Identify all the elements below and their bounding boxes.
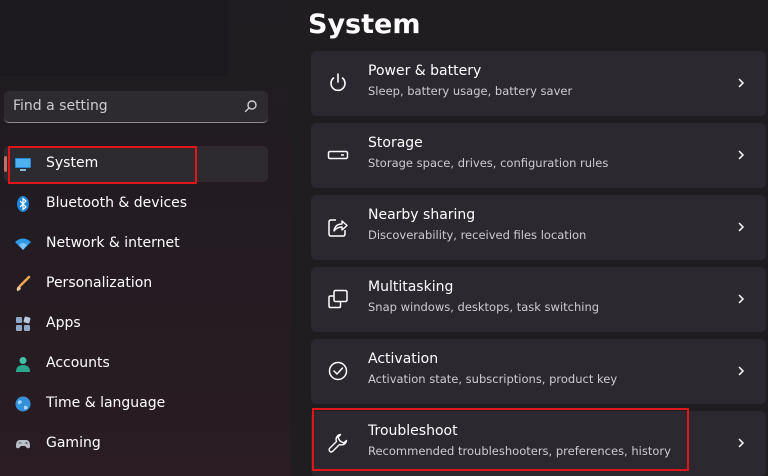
page-title: System [308, 9, 421, 40]
storage-icon [327, 150, 349, 160]
chevron-right-icon [738, 366, 745, 376]
chevron-right-icon [738, 222, 745, 232]
activation-icon [328, 361, 348, 381]
card-subtitle: Discoverability, received files location [368, 228, 587, 242]
power-icon [330, 73, 346, 92]
card-subtitle: Sleep, battery usage, battery saver [368, 84, 573, 98]
chevron-right-icon [738, 294, 745, 304]
search-box[interactable]: Find a setting [4, 91, 268, 123]
gaming-icon [16, 440, 30, 449]
card-title: Nearby sharing [368, 207, 476, 223]
card-multitasking[interactable]: Multitasking Snap windows, desktops, tas… [311, 267, 766, 332]
sidebar-item-bluetooth[interactable]: Bluetooth & devices [4, 186, 268, 222]
selection-indicator [4, 156, 7, 172]
chevron-right-icon [738, 78, 745, 88]
sidebar-item-label: System [46, 155, 99, 171]
card-activation[interactable]: Activation Activation state, subscriptio… [311, 339, 766, 404]
sidebar-item-label: Time & language [46, 395, 166, 411]
brush-icon [16, 275, 31, 291]
card-title: Troubleshoot [368, 423, 458, 439]
sidebar-item-label: Apps [46, 315, 81, 331]
sidebar-item-network[interactable]: Network & internet [4, 226, 268, 262]
card-subtitle: Snap windows, desktops, task switching [368, 300, 600, 314]
card-power-battery[interactable]: Power & battery Sleep, battery usage, ba… [311, 51, 766, 116]
user-profile-area [0, 0, 228, 76]
chevron-right-icon [738, 150, 745, 160]
sidebar-item-time-language[interactable]: Time & language [4, 386, 268, 422]
navigation-pane: Find a setting System Bluetooth & device… [0, 0, 290, 476]
sidebar-item-system[interactable]: System [4, 146, 268, 182]
sidebar-item-accounts[interactable]: Accounts [4, 346, 268, 382]
card-storage[interactable]: Storage Storage space, drives, configura… [311, 123, 766, 188]
bluetooth-icon [17, 196, 29, 212]
globe-icon [15, 396, 31, 412]
card-troubleshoot[interactable]: Troubleshoot Recommended troubleshooters… [311, 411, 766, 476]
system-icon [15, 158, 31, 171]
share-icon [328, 219, 348, 237]
chevron-right-icon [738, 438, 745, 448]
multitasking-icon [328, 289, 348, 309]
apps-icon [16, 316, 31, 331]
wifi-icon [15, 238, 31, 250]
sidebar-item-label: Accounts [46, 355, 110, 371]
sidebar-item-label: Network & internet [46, 235, 180, 251]
accounts-icon [16, 357, 30, 372]
card-title: Storage [368, 135, 423, 151]
wrench-icon [328, 433, 348, 453]
sidebar-item-label: Bluetooth & devices [46, 195, 188, 211]
card-subtitle: Storage space, drives, configuration rul… [368, 156, 609, 170]
card-subtitle: Recommended troubleshooters, preferences… [368, 444, 671, 458]
search-icon[interactable] [244, 99, 258, 113]
card-title: Power & battery [368, 63, 482, 79]
sidebar-item-label: Personalization [46, 275, 153, 291]
card-title: Activation [368, 351, 439, 367]
sidebar-item-gaming[interactable]: Gaming [4, 426, 268, 462]
sidebar-item-personalization[interactable]: Personalization [4, 266, 268, 302]
card-nearby-sharing[interactable]: Nearby sharing Discoverability, received… [311, 195, 766, 260]
card-subtitle: Activation state, subscriptions, product… [368, 372, 618, 386]
card-title: Multitasking [368, 279, 454, 295]
search-input[interactable]: Find a setting [13, 98, 108, 114]
sidebar-item-label: Gaming [46, 435, 101, 451]
sidebar-item-apps[interactable]: Apps [4, 306, 268, 342]
